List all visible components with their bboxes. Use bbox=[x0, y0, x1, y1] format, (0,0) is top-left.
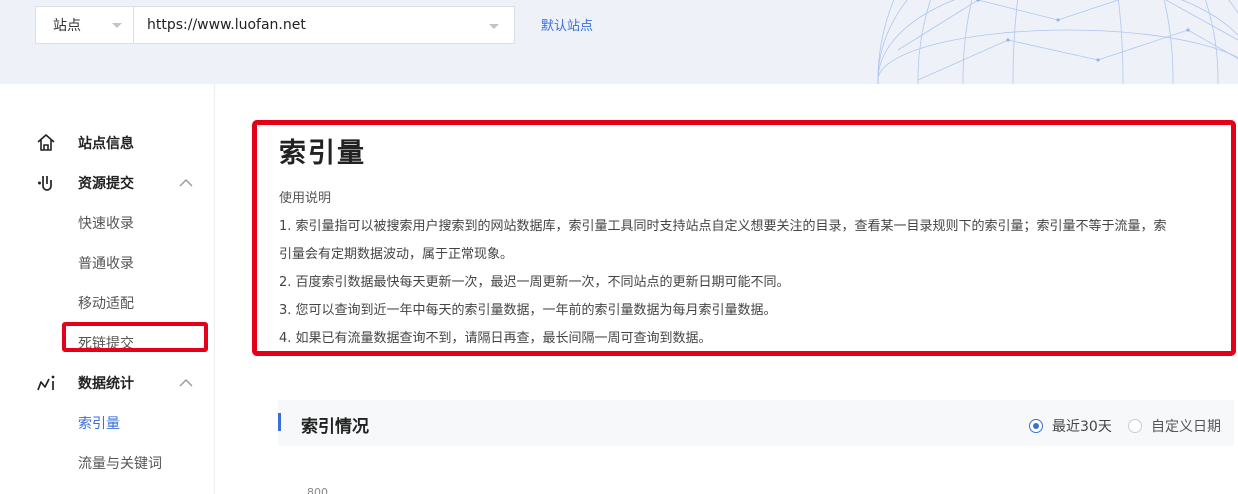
radio-label: 自定义日期 bbox=[1151, 419, 1221, 435]
globe-graphic bbox=[877, 0, 1238, 84]
sidebar-item-normal-index[interactable]: 普通收录 bbox=[78, 253, 134, 273]
active-item-highlight bbox=[62, 322, 208, 352]
radio-label: 最近30天 bbox=[1052, 419, 1112, 435]
sidebar-group-label: 资源提交 bbox=[78, 176, 134, 192]
site-url-value: https://www.luofan.net bbox=[147, 17, 306, 33]
section-accent-bar bbox=[278, 413, 281, 431]
site-url-select[interactable]: https://www.luofan.net bbox=[133, 6, 515, 44]
site-type-label: 站点 bbox=[53, 18, 81, 34]
top-banner: 站点 https://www.luofan.net 默认站点 bbox=[0, 0, 1238, 84]
chevron-up-icon bbox=[179, 179, 193, 187]
chevron-up-icon bbox=[179, 379, 193, 387]
default-site-link[interactable]: 默认站点 bbox=[541, 15, 593, 34]
range-last-30-days-radio[interactable]: 最近30天 bbox=[1029, 416, 1112, 436]
sidebar-group-data-stats[interactable]: 数据统计 bbox=[0, 368, 215, 398]
stats-icon bbox=[37, 375, 55, 391]
chart-y-tick: 800 bbox=[307, 486, 328, 494]
usage-line: 2. 百度索引数据最快每天更新一次，最迟一周更新一次，不同站点的更新日期可能不同… bbox=[279, 275, 790, 290]
sidebar-item-index-volume[interactable]: 索引量 bbox=[78, 413, 120, 433]
sidebar-group-resource-submit[interactable]: 资源提交 bbox=[0, 168, 215, 198]
range-custom-date-radio[interactable]: 自定义日期 bbox=[1128, 416, 1221, 436]
page-title: 索引量 bbox=[279, 138, 366, 169]
sidebar-item-mobile-adapt[interactable]: 移动适配 bbox=[78, 293, 134, 313]
chevron-down-icon bbox=[112, 23, 122, 28]
index-status-header: 索引情况 最近30天 自定义日期 bbox=[278, 400, 1234, 446]
submit-icon bbox=[38, 176, 52, 191]
usage-line: 引量会有定期数据波动，属于正常现象。 bbox=[279, 247, 514, 262]
sidebar-item-traffic-keywords[interactable]: 流量与关键词 bbox=[78, 453, 162, 473]
chevron-down-icon bbox=[489, 24, 499, 29]
radio-unselected-icon bbox=[1128, 419, 1142, 433]
usage-title: 使用说明 bbox=[279, 191, 332, 206]
usage-line: 4. 如果已有流量数据查询不到，请隔日再查，最长间隔一周可查询到数据。 bbox=[279, 331, 712, 346]
section-title: 索引情况 bbox=[301, 417, 369, 437]
sidebar: 站点信息 资源提交 快速收录 普通收录 移动适配 死链提交 数据统计 索引量 流… bbox=[0, 84, 215, 494]
usage-line: 3. 您可以查询到近一年中每天的索引量数据，一年前的索引量数据为每月索引量数据。 bbox=[279, 303, 777, 318]
sidebar-item-site-info[interactable]: 站点信息 bbox=[0, 128, 215, 158]
sidebar-item-label: 站点信息 bbox=[78, 136, 134, 152]
usage-highlight-box bbox=[252, 120, 1236, 356]
usage-line: 1. 索引量指可以被搜索用户搜索到的网站数据库，索引量工具同时支持站点自定义想要… bbox=[279, 219, 1167, 234]
site-type-select[interactable]: 站点 bbox=[35, 6, 134, 44]
sidebar-group-label: 数据统计 bbox=[78, 376, 134, 392]
home-icon bbox=[37, 134, 55, 151]
radio-selected-icon bbox=[1029, 419, 1043, 433]
sidebar-item-fast-index[interactable]: 快速收录 bbox=[78, 213, 134, 233]
